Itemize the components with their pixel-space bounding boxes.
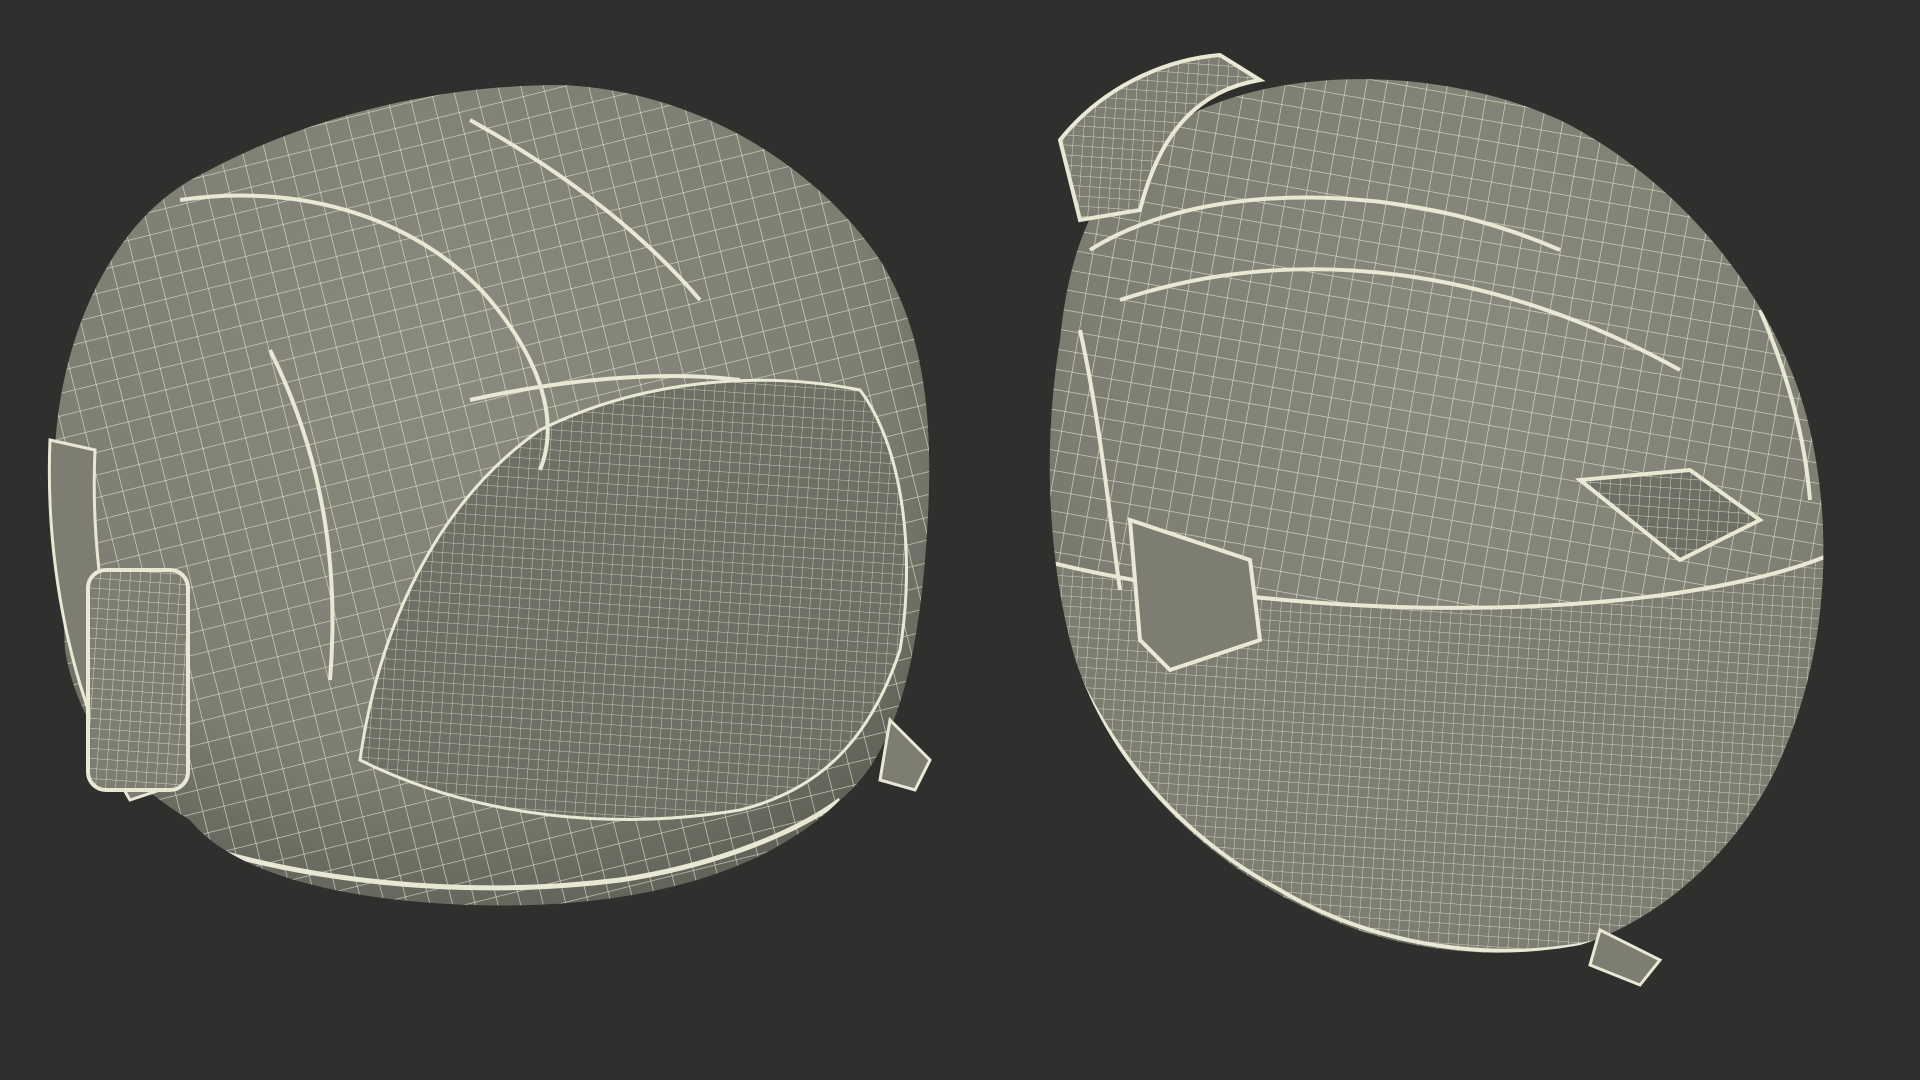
wireframe-render bbox=[47, 52, 1824, 987]
helmet-left bbox=[47, 85, 932, 906]
helmet-right bbox=[1049, 52, 1824, 987]
viewport-canvas bbox=[0, 0, 1920, 1080]
